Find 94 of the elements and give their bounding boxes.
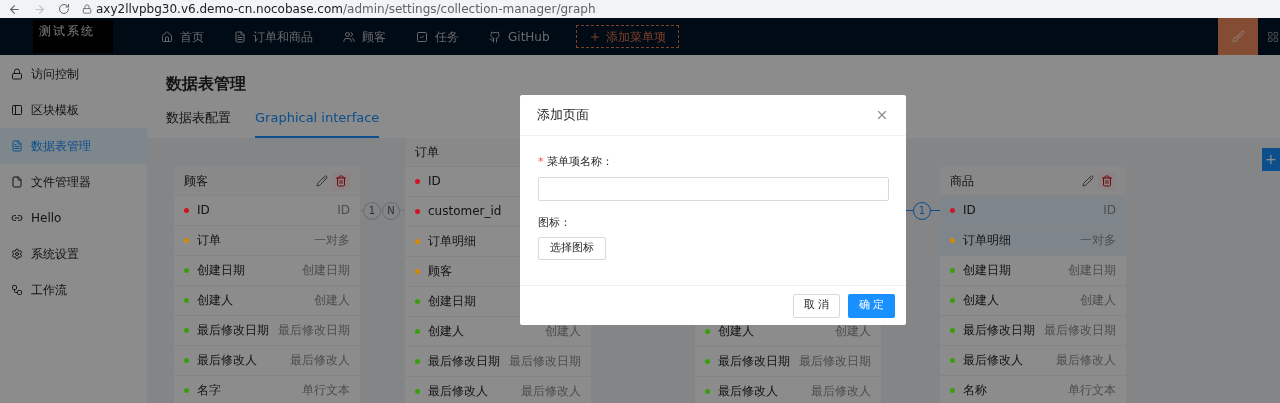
dialog-title: 添加页面: [537, 106, 589, 125]
field-name: 创建人: [963, 292, 999, 309]
table-icon: [11, 140, 23, 152]
field-name: 名字: [197, 382, 221, 399]
lock-icon: [11, 68, 23, 80]
github-icon[interactable]: [489, 30, 501, 43]
field-name: 顾客: [428, 263, 452, 280]
field-type: 创建日期: [302, 262, 350, 279]
field-type: 单行文本: [302, 382, 350, 399]
file-icon: [11, 176, 23, 188]
relation-label: N: [382, 201, 400, 220]
settings-icon: [11, 248, 23, 260]
checkbox-icon[interactable]: [416, 30, 428, 43]
card-title: 顾客: [184, 172, 208, 190]
reload-icon[interactable]: [58, 3, 70, 15]
field-name: 创建人: [428, 323, 464, 340]
delete-button[interactable]: [332, 171, 350, 190]
field-type: 创建人: [314, 292, 350, 309]
field-name: ID: [963, 202, 976, 219]
field-name: ID: [197, 202, 210, 219]
card-title: 订单: [415, 143, 439, 161]
nav-item[interactable]: 首页: [180, 27, 204, 46]
field-name: ID: [428, 173, 441, 190]
ok-button[interactable]: 确 定: [848, 293, 895, 318]
nav-item[interactable]: 任务: [435, 27, 459, 46]
select-icon-button[interactable]: 选择图标: [538, 237, 606, 260]
sidebar-item[interactable]: 文件管理器: [0, 164, 147, 200]
sidebar-item[interactable]: 工作流: [0, 272, 147, 308]
sidebar-item[interactable]: 系统设置: [0, 236, 147, 272]
field-name: 创建日期: [428, 293, 476, 310]
field-name: 订单明细: [428, 233, 476, 250]
field-type: 创建人: [1080, 292, 1116, 309]
layout-icon: [11, 104, 23, 116]
field-name: 最后修改人: [963, 352, 1023, 369]
field-name: 名称: [963, 382, 987, 399]
field-type: 最后修改日期: [799, 353, 871, 370]
field-type: 最后修改日期: [509, 353, 581, 370]
card-title: 商品: [950, 172, 974, 190]
field-name: 最后修改日期: [197, 322, 269, 339]
workflow-icon: [11, 284, 23, 296]
page-title: 数据表管理: [166, 73, 247, 95]
relation-label: 1: [363, 201, 381, 220]
lock-icon: [82, 4, 92, 14]
brush-icon: [1231, 30, 1245, 43]
plugins-icon[interactable]: [1267, 30, 1279, 43]
delete-button[interactable]: [1098, 171, 1116, 190]
home-icon[interactable]: [161, 30, 173, 43]
field-name: 最后修改人: [197, 352, 257, 369]
field-type: 单行文本: [1068, 382, 1116, 399]
field-type: 创建日期: [1068, 262, 1116, 279]
sidebar-item[interactable]: 区块模板: [0, 92, 147, 128]
trash-icon: [1101, 174, 1113, 187]
users-icon[interactable]: [343, 30, 355, 43]
document-icon[interactable]: [234, 30, 246, 43]
field-type: 最后修改人: [811, 383, 871, 400]
field-type: 创建人: [835, 323, 871, 340]
field-row[interactable]: ID ID: [940, 195, 1126, 226]
nav-item[interactable]: 订单和商品: [253, 27, 313, 46]
field-name: 创建人: [197, 292, 233, 309]
plus-icon: [588, 30, 601, 43]
field-name: 最后修改人: [428, 383, 488, 400]
field-type: 最后修改人: [521, 383, 581, 400]
field-name: 订单: [197, 232, 221, 249]
edit-icon[interactable]: [1082, 174, 1094, 187]
edit-icon[interactable]: [316, 174, 328, 187]
sidebar-item[interactable]: 访问控制: [0, 56, 147, 92]
field-type: 最后修改日期: [1044, 322, 1116, 339]
field-name: 创建日期: [963, 262, 1011, 279]
field-name: 最后修改人: [718, 383, 778, 400]
back-icon[interactable]: [8, 2, 21, 16]
field-name: 创建人: [718, 323, 754, 340]
field-type: 最后修改日期: [278, 322, 350, 339]
logo[interactable]: 测试系统: [33, 20, 113, 53]
close-icon[interactable]: [875, 108, 889, 122]
field-type: 创建人: [545, 323, 581, 340]
field-name: 创建日期: [197, 262, 245, 279]
field-name: 最后修改日期: [428, 353, 500, 370]
field-type: 最后修改人: [1056, 352, 1116, 369]
cancel-button[interactable]: 取 消: [793, 293, 840, 318]
menu-name-input[interactable]: [538, 176, 889, 201]
trash-icon: [335, 174, 347, 187]
sidebar-item[interactable]: Hello: [0, 200, 147, 236]
link-icon: [11, 212, 23, 224]
tab[interactable]: 数据表配置: [166, 108, 231, 138]
field-name: customer_id: [428, 203, 502, 220]
url-text[interactable]: axy2llvpbg30.v6.demo-cn.nocobase.com/admin/settings/collection-manager/graph: [96, 0, 596, 18]
field-name: 最后修改日期: [718, 353, 790, 370]
field-type: ID: [337, 202, 350, 219]
field-type: 最后修改人: [290, 352, 350, 369]
nav-item[interactable]: 顾客: [362, 27, 386, 46]
field-name: 最后修改日期: [963, 322, 1035, 339]
field-name: 订单明细: [963, 232, 1011, 249]
field-type: ID: [1103, 202, 1116, 219]
nav-item[interactable]: GitHub: [508, 27, 550, 46]
